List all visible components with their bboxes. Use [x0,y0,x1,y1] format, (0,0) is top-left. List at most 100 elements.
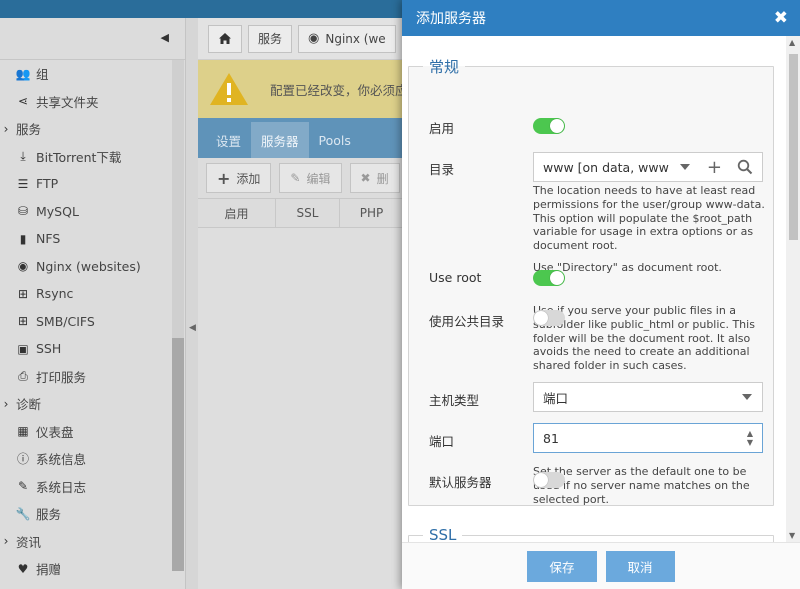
ssl-legend: SSL [429,526,457,542]
dialog-footer: 保存 取消 [402,542,800,589]
sidebar-item[interactable]: ☰ FTP [0,170,185,198]
sidebar-group-header[interactable]: › 服务 [0,115,185,143]
sidebar-item[interactable]: ⛁ MySQL [0,198,185,226]
sidebar-item[interactable]: ▦ 仪表盘 [0,418,185,446]
sidebar-item[interactable]: ⤓ BitTorrent下载 [0,143,185,171]
edit-icon: ✎ [17,479,29,494]
sidebar-item-label: 系统日志 [36,479,87,495]
scroll-down-icon[interactable]: ▼ [789,531,795,540]
sidebar-item-label: 捐赠 [36,562,62,578]
sidebar-item-label: FTP [36,176,59,192]
sidebar-item-label: 系统信息 [36,452,87,468]
tab-settings[interactable]: 设置 [206,122,251,158]
sidebar-item[interactable]: ▮ NFS [0,225,185,253]
download-icon: ⤓ [20,148,26,163]
cancel-button[interactable]: 取消 [605,550,675,582]
sidebar-item[interactable]: ⓘ 系统信息 [0,445,185,473]
sidebar-item[interactable]: 🔧 服务 [0,500,185,528]
use-root-toggle[interactable] [533,270,565,286]
nfs-icon: ▮ [19,231,27,246]
sidebar-item[interactable]: 👥 组 [0,60,185,88]
enabled-toggle[interactable] [533,118,565,134]
dialog-title: 添加服务器 [416,11,486,27]
port-value: 81 [543,430,559,446]
sidebar-item[interactable]: ⎙ 打印服务 [0,363,185,391]
database-icon: ⛁ [17,204,29,219]
ssl-fieldset: SSL [408,526,774,542]
dialog-scrollbar-thumb[interactable] [789,54,798,240]
edit-button[interactable]: ✎ 编辑 [279,163,342,193]
sidebar-group-header[interactable]: › 诊断 [0,390,185,418]
chevron-icon: › [3,396,9,411]
sidebar-group-header[interactable]: › 资讯 [0,528,185,556]
directory-value: www [on data, www [543,159,669,175]
general-legend: 常规 [429,58,460,76]
breadcrumb-nginx-label: Nginx (we [325,31,386,46]
tab-servers[interactable]: 服务器 [251,122,309,158]
sidebar: ◀ 👥 组 ⋖ 共享文件夹 › 服务 ⤓ BitTorrent下载 ☰ FTP ⛁ MySQL ▮ NFS… [0,18,186,589]
sidebar-item-label: SMB/CIFS [36,313,95,329]
host-type-select[interactable]: 端口 [533,382,763,412]
globe-icon: ◉ [17,259,29,274]
sidebar-item[interactable]: ⊞ SMB/CIFS [0,308,185,336]
sidebar-item-label: 资讯 [16,534,42,550]
default-server-label: 默认服务器 [429,475,492,490]
sitemap-icon: ⊞ [17,286,29,301]
tab-pools[interactable]: Pools [309,122,361,158]
chevron-icon: › [3,534,9,549]
panel-splitter[interactable]: ◀ [186,18,198,589]
sidebar-item-label: 组 [36,67,49,83]
sidebar-item[interactable]: ✎ 系统日志 [0,473,185,501]
port-input[interactable]: 81 ▲ ▼ [533,423,763,453]
delete-button[interactable]: ✖ 删 [349,163,400,193]
sidebar-item[interactable]: ▣ SSH [0,335,185,363]
save-button[interactable]: 保存 [527,550,597,582]
splitter-arrow-icon[interactable]: ◀ [189,323,196,333]
terminal-icon: ▣ [17,341,29,356]
scroll-up-icon[interactable]: ▲ [789,38,795,47]
host-type-value: 端口 [543,390,569,406]
sidebar-item-label: Nginx (websites) [36,258,141,274]
directory-select[interactable]: www [on data, www + [533,152,763,182]
toggle-knob [534,311,548,325]
spinner-arrows-icon[interactable]: ▲ ▼ [747,429,753,447]
column-header-ssl[interactable]: SSL [276,199,340,227]
sidebar-scrollbar-thumb[interactable] [172,338,184,571]
chevron-icon: › [3,121,9,136]
ftp-icon: ☰ [17,176,29,191]
sidebar-item[interactable]: ◉ Nginx (websites) [0,253,185,281]
dropdown-caret-icon[interactable] [742,394,752,400]
plus-icon[interactable]: + [707,157,722,178]
breadcrumb-nginx[interactable]: ◉ Nginx (we [298,24,396,53]
sidebar-item[interactable]: ♥ 捐赠 [0,555,185,583]
collapse-chevron-icon[interactable]: ◀ [161,31,169,44]
add-button[interactable]: + 添加 [206,163,272,193]
sidebar-item-label: BitTorrent下载 [36,149,122,165]
dialog-scrollbar[interactable]: ▲ ▼ [786,36,800,542]
plus-icon: + [217,168,231,188]
sidebar-item[interactable]: ⊞ Rsync [0,280,185,308]
globe-icon: ◉ [308,31,320,46]
add-button-label: 添加 [236,171,261,186]
use-root-help: Use "Directory" as document root. [533,261,722,274]
column-header-php[interactable]: PHP [340,199,404,227]
public-dir-help: Use if you serve your public files in a … [533,304,755,373]
column-header-enabled[interactable]: 启用 [198,199,276,227]
dialog-header: 添加服务器 ✖ [402,0,800,36]
dialog-body: 常规 启用 目录 www [on data, www + The locatio… [402,36,800,542]
general-fieldset: 常规 启用 目录 www [on data, www + The locatio… [408,56,774,506]
printer-icon: ⎙ [18,368,28,383]
dropdown-caret-icon[interactable] [680,164,690,170]
search-icon[interactable] [737,159,753,175]
sidebar-item[interactable]: ⋖ 共享文件夹 [0,88,185,116]
sidebar-item-label: 打印服务 [36,369,87,385]
default-server-toggle[interactable] [533,472,565,488]
breadcrumb-home[interactable] [208,24,242,53]
breadcrumb-services[interactable]: 服务 [248,24,293,53]
sidebar-scroll-track[interactable] [172,60,184,338]
public-dir-toggle[interactable] [533,310,565,326]
sidebar-item-label: 诊断 [16,397,42,413]
sidebar-item-label: 仪表盘 [36,424,74,440]
sidebar-item-label: 服务 [16,122,42,138]
close-icon[interactable]: ✖ [774,8,788,28]
